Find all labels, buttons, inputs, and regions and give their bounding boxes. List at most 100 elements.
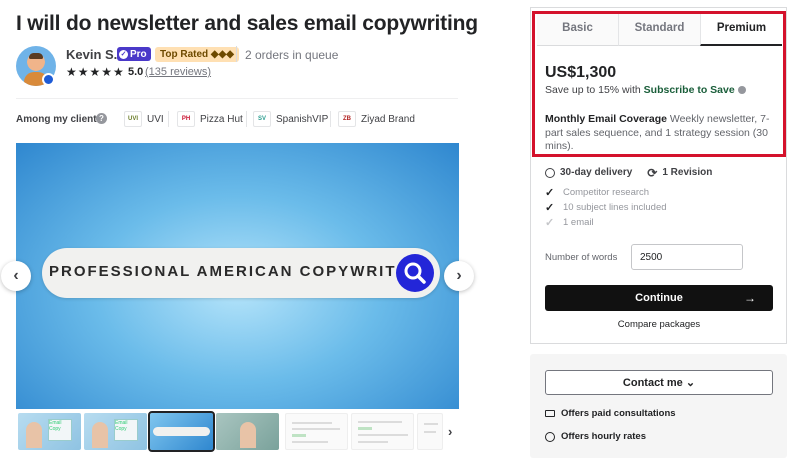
help-icon[interactable]: ?: [96, 113, 107, 124]
contact-me-button[interactable]: Contact me ⌄: [545, 370, 773, 395]
prev-image-button[interactable]: ‹: [1, 261, 31, 291]
gallery-thumbnail[interactable]: [351, 413, 414, 450]
star-rating-icon: ★★★★★: [66, 65, 125, 79]
chevron-right-icon: ›: [456, 267, 462, 284]
hero-search-text: PROFESSIONAL AMERICAN COPYWRITER: [49, 263, 422, 280]
offer-label: Offers paid consultations: [561, 408, 676, 419]
client-name: SpanishVIP: [276, 113, 329, 125]
tab-standard[interactable]: Standard: [618, 14, 700, 46]
package-price: US$1,300: [545, 64, 617, 81]
words-input[interactable]: [631, 244, 743, 270]
divider: [16, 98, 458, 99]
gig-title: I will do newsletter and sales email cop…: [16, 12, 478, 35]
info-icon[interactable]: [737, 86, 746, 94]
text-line: [358, 434, 408, 436]
feature-item: ✓ 10 subject lines included: [545, 201, 667, 214]
text-line: [424, 423, 438, 425]
next-image-button[interactable]: ›: [444, 261, 474, 291]
refresh-icon: ⟳: [647, 165, 658, 180]
feature-item: ✓ 1 email: [545, 216, 594, 229]
divider: [330, 111, 331, 127]
thumb-caption: Email Copy: [48, 419, 72, 441]
delivery-revisions-row: 30-day delivery ⟳ 1 Revision: [545, 165, 713, 180]
divider: [168, 111, 169, 127]
gallery-thumbnail[interactable]: [285, 413, 348, 450]
text-line: [292, 422, 332, 424]
check-icon: ✓: [545, 217, 555, 229]
gallery-next-icon[interactable]: ›: [448, 424, 452, 439]
feature-label: 10 subject lines included: [563, 202, 667, 213]
package-description: Monthly Email Coverage Weekly newsletter…: [545, 113, 777, 154]
arrow-right-icon: →: [744, 291, 756, 305]
top-rated-badge: Top Rated ◆◆◆: [155, 47, 239, 62]
client-logo-icon: SV: [253, 111, 271, 127]
client-pizza-hut: PH Pizza Hut: [177, 110, 243, 128]
continue-button[interactable]: Continue →: [545, 285, 773, 311]
client-uvi: UVI UVI: [124, 110, 164, 128]
gallery-thumbnail[interactable]: Email Copy: [84, 413, 147, 450]
package-tabs: Basic Standard Premium: [537, 14, 782, 46]
client-logo-icon: UVI: [124, 111, 142, 127]
clients-label: Among my clients: [16, 114, 103, 125]
gallery-thumbnail-selected[interactable]: [148, 411, 215, 452]
words-label: Number of words: [545, 252, 618, 263]
check-icon: ✓: [119, 49, 128, 59]
text-line: [424, 431, 436, 433]
revision-count: 1 Revision: [662, 167, 713, 178]
search-pill-graphic: [153, 427, 210, 436]
highlight-mark: [292, 434, 306, 437]
gallery-thumbnail[interactable]: Email Copy: [18, 413, 81, 450]
orders-in-queue: 2 orders in queue: [245, 48, 339, 62]
person-figure: [92, 422, 108, 448]
text-line: [358, 441, 388, 443]
offer-consultations: Offers paid consultations: [545, 408, 676, 419]
search-icon: [396, 254, 434, 292]
gallery-thumbnail[interactable]: [216, 413, 279, 450]
feature-label: 1 email: [563, 217, 594, 228]
hero-search-graphic: PROFESSIONAL AMERICAN COPYWRITER: [42, 248, 440, 298]
divider: [246, 111, 247, 127]
avatar-hair: [29, 53, 43, 59]
check-icon: ✓: [545, 202, 555, 214]
client-spanishvip: SV SpanishVIP: [253, 110, 328, 128]
client-name: Ziyad Brand: [361, 113, 415, 125]
feature-item: ✓ Competitor research: [545, 186, 649, 199]
thumb-caption: Email Copy: [114, 419, 138, 441]
client-logo-icon: ZB: [338, 111, 356, 127]
stopwatch-icon: [545, 431, 555, 442]
pro-label: Pro: [130, 48, 147, 60]
reviews-link[interactable]: (135 reviews): [145, 66, 211, 78]
text-line: [358, 421, 402, 423]
delivery-time: 30-day delivery: [560, 167, 633, 178]
client-ziyad-brand: ZB Ziyad Brand: [338, 110, 415, 128]
seller-name[interactable]: Kevin S.: [66, 47, 117, 62]
gallery-thumbnail[interactable]: [417, 413, 443, 450]
text-line: [292, 428, 340, 430]
subscribe-save-line: Save up to 15% with Subscribe to Save: [545, 84, 746, 96]
highlight-mark: [358, 427, 372, 430]
pro-badge: ✓ Pro: [117, 47, 151, 61]
offer-hourly: Offers hourly rates: [545, 431, 646, 442]
chevron-left-icon: ‹: [13, 267, 19, 284]
feature-label: Competitor research: [563, 187, 650, 198]
online-status-icon: [42, 73, 55, 86]
check-icon: ✓: [545, 187, 555, 199]
person-figure: [240, 422, 256, 448]
save-text: Save up to 15% with: [545, 84, 644, 96]
subscribe-to-save-link[interactable]: Subscribe to Save: [644, 84, 735, 96]
text-line: [292, 441, 328, 443]
package-name: Monthly Email Coverage: [545, 113, 667, 125]
compare-packages-link[interactable]: Compare packages: [545, 319, 773, 330]
tab-basic[interactable]: Basic: [537, 14, 618, 46]
offer-label: Offers hourly rates: [561, 431, 646, 442]
person-figure: [26, 422, 42, 448]
gig-hero-image[interactable]: PROFESSIONAL AMERICAN COPYWRITER: [16, 143, 459, 409]
video-camera-icon: [545, 410, 555, 417]
clock-icon: [545, 167, 555, 178]
client-name: Pizza Hut: [200, 113, 243, 125]
client-name: UVI: [147, 113, 164, 125]
continue-label: Continue: [635, 292, 683, 304]
client-logo-icon: PH: [177, 111, 195, 127]
rating-value: 5.0: [128, 66, 144, 78]
tab-premium[interactable]: Premium: [700, 14, 782, 46]
